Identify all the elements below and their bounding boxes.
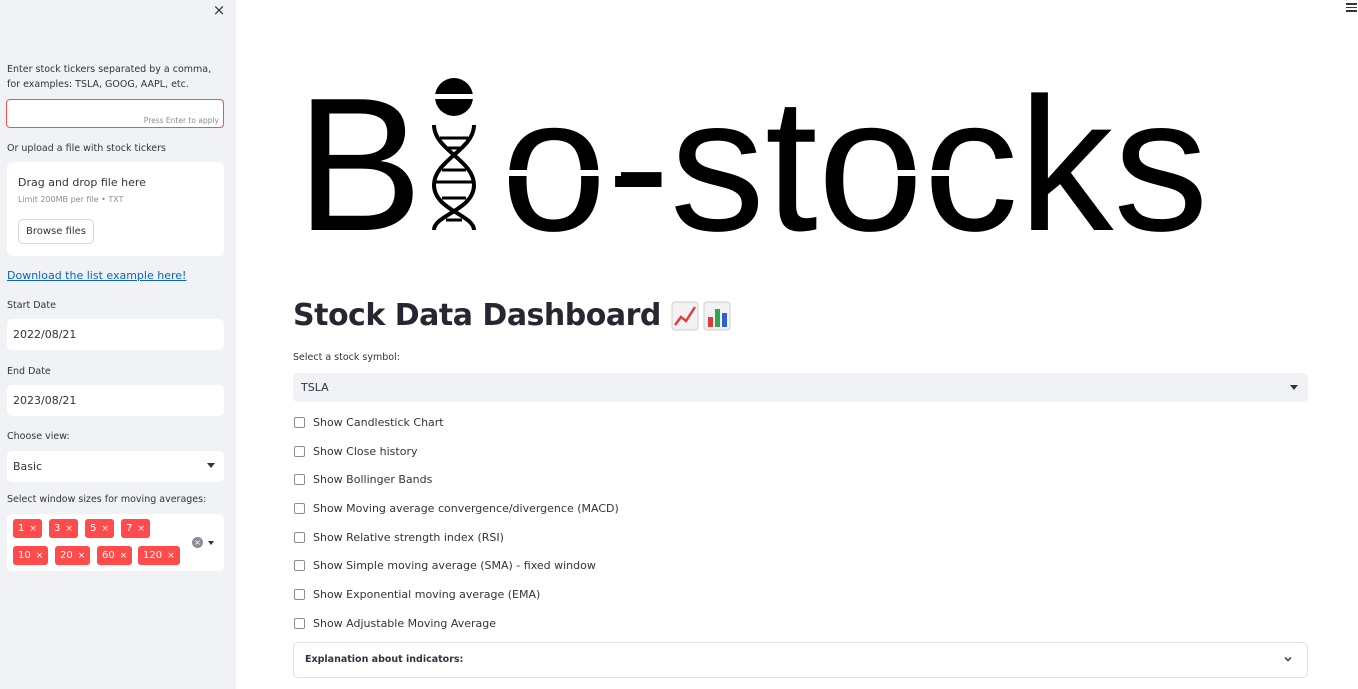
- bio-stocks-logo: B o-stocks: [296, 70, 1208, 245]
- checkbox-close-history[interactable]: Show Close history: [294, 443, 417, 459]
- ticker-input[interactable]: Press Enter to apply: [6, 99, 224, 128]
- window-tag: 20 ×: [55, 546, 91, 565]
- checkbox-rsi[interactable]: Show Relative strength index (RSI): [294, 529, 504, 545]
- download-example-link[interactable]: Download the list example here!: [7, 269, 186, 282]
- window-tag-label: 1: [18, 523, 25, 534]
- checkbox-icon[interactable]: [294, 531, 305, 543]
- window-tag: 3 ×: [49, 519, 78, 538]
- bar-chart-icon: [703, 301, 731, 330]
- indicators-expander[interactable]: Explanation about indicators:: [293, 642, 1308, 678]
- window-tag: 10 ×: [13, 546, 49, 565]
- chevron-down-icon: [207, 463, 215, 468]
- window-tag-label: 3: [54, 523, 61, 534]
- checkbox-label: Show Bollinger Bands: [313, 472, 433, 486]
- expander-title: Explanation about indicators:: [305, 654, 464, 665]
- window-sizes-label: Select window sizes for moving averages:: [7, 494, 207, 505]
- remove-tag-icon[interactable]: ×: [167, 551, 175, 561]
- symbol-select[interactable]: TSLA: [293, 373, 1308, 402]
- window-tag-label: 20: [60, 550, 73, 561]
- checkbox-label: Show Candlestick Chart: [313, 415, 444, 429]
- window-tag: 5 ×: [85, 519, 114, 538]
- checkbox-label: Show Adjustable Moving Average: [313, 616, 497, 630]
- chevron-down-icon[interactable]: [208, 541, 214, 545]
- symbol-select-value: TSLA: [301, 381, 329, 394]
- remove-tag-icon[interactable]: ×: [29, 524, 37, 534]
- checkbox-label: Show Close history: [313, 444, 418, 458]
- window-tag-label: 5: [90, 523, 97, 534]
- dna-icon: [431, 78, 477, 231]
- view-select-label: Choose view:: [7, 431, 70, 442]
- checkbox-icon[interactable]: [294, 502, 305, 514]
- checkbox-sma[interactable]: Show Simple moving average (SMA) - fixed…: [294, 557, 596, 573]
- logo-letter-b: B: [296, 70, 423, 245]
- file-dropzone[interactable]: Drag and drop file here Limit 200MB per …: [7, 162, 224, 256]
- remove-tag-icon[interactable]: ×: [36, 551, 44, 561]
- page-title: Stock Data Dashboard: [293, 298, 731, 333]
- checkbox-icon[interactable]: [294, 617, 305, 629]
- start-date-input[interactable]: 2022/08/21: [7, 319, 224, 350]
- window-tag: 120 ×: [138, 546, 180, 565]
- clear-all-icon[interactable]: ×: [192, 537, 203, 548]
- hamburger-menu-icon[interactable]: [1346, 3, 1357, 12]
- checkbox-bollinger[interactable]: Show Bollinger Bands: [294, 471, 432, 487]
- view-select-value: Basic: [13, 460, 43, 473]
- page-title-text: Stock Data Dashboard: [293, 298, 661, 333]
- close-icon[interactable]: ×: [212, 3, 226, 18]
- sidebar: × Enter stock tickers separated by a com…: [0, 0, 236, 689]
- chevron-down-icon: [1290, 385, 1298, 390]
- checkbox-icon[interactable]: [294, 416, 305, 428]
- window-tag-label: 120: [143, 550, 163, 561]
- checkbox-adjustable-ma[interactable]: Show Adjustable Moving Average: [294, 615, 496, 631]
- ticker-input-hint: Press Enter to apply: [143, 116, 219, 125]
- window-tag: 7 ×: [121, 519, 150, 538]
- remove-tag-icon[interactable]: ×: [101, 524, 109, 534]
- checkbox-label: Show Relative strength index (RSI): [313, 530, 504, 544]
- browse-files-button[interactable]: Browse files: [18, 219, 94, 244]
- chart-increasing-icon: [671, 301, 699, 330]
- checkbox-label: Show Exponential moving average (EMA): [313, 587, 541, 601]
- dropzone-title: Drag and drop file here: [18, 176, 146, 189]
- checkbox-label: Show Simple moving average (SMA) - fixed…: [313, 558, 596, 572]
- remove-tag-icon[interactable]: ×: [137, 524, 145, 534]
- checkbox-icon[interactable]: [294, 559, 305, 571]
- window-tag: 60 ×: [97, 546, 133, 565]
- checkbox-ema[interactable]: Show Exponential moving average (EMA): [294, 586, 540, 602]
- dropzone-limit: Limit 200MB per file • TXT: [18, 195, 124, 204]
- checkbox-icon[interactable]: [294, 473, 305, 485]
- end-date-input[interactable]: 2023/08/21: [7, 385, 224, 416]
- window-tag-label: 60: [102, 550, 115, 561]
- symbol-select-label: Select a stock symbol:: [293, 352, 400, 363]
- logo-text-o-stocks: o-stocks: [501, 70, 1208, 245]
- start-date-label: Start Date: [7, 300, 56, 311]
- ticker-input-label: Enter stock tickers separated by a comma…: [7, 64, 212, 90]
- end-date-label: End Date: [7, 366, 51, 377]
- checkbox-candlestick[interactable]: Show Candlestick Chart: [294, 414, 444, 430]
- checkbox-icon[interactable]: [294, 445, 305, 457]
- window-tag-label: 7: [126, 523, 133, 534]
- chevron-down-icon[interactable]: [1283, 654, 1293, 664]
- window-sizes-multiselect[interactable]: 1 × 3 × 5 × 7 × 10 × 20 × 60 × 120 × ×: [7, 514, 224, 571]
- upload-label: Or upload a file with stock tickers: [7, 143, 166, 154]
- checkbox-macd[interactable]: Show Moving average convergence/divergen…: [294, 500, 619, 516]
- checkbox-label: Show Moving average convergence/divergen…: [313, 501, 619, 515]
- remove-tag-icon[interactable]: ×: [65, 524, 73, 534]
- remove-tag-icon[interactable]: ×: [78, 551, 86, 561]
- checkbox-icon[interactable]: [294, 588, 305, 600]
- view-select[interactable]: Basic: [7, 451, 224, 482]
- remove-tag-icon[interactable]: ×: [120, 551, 128, 561]
- window-tag: 1 ×: [13, 519, 42, 538]
- window-tag-label: 10: [18, 550, 31, 561]
